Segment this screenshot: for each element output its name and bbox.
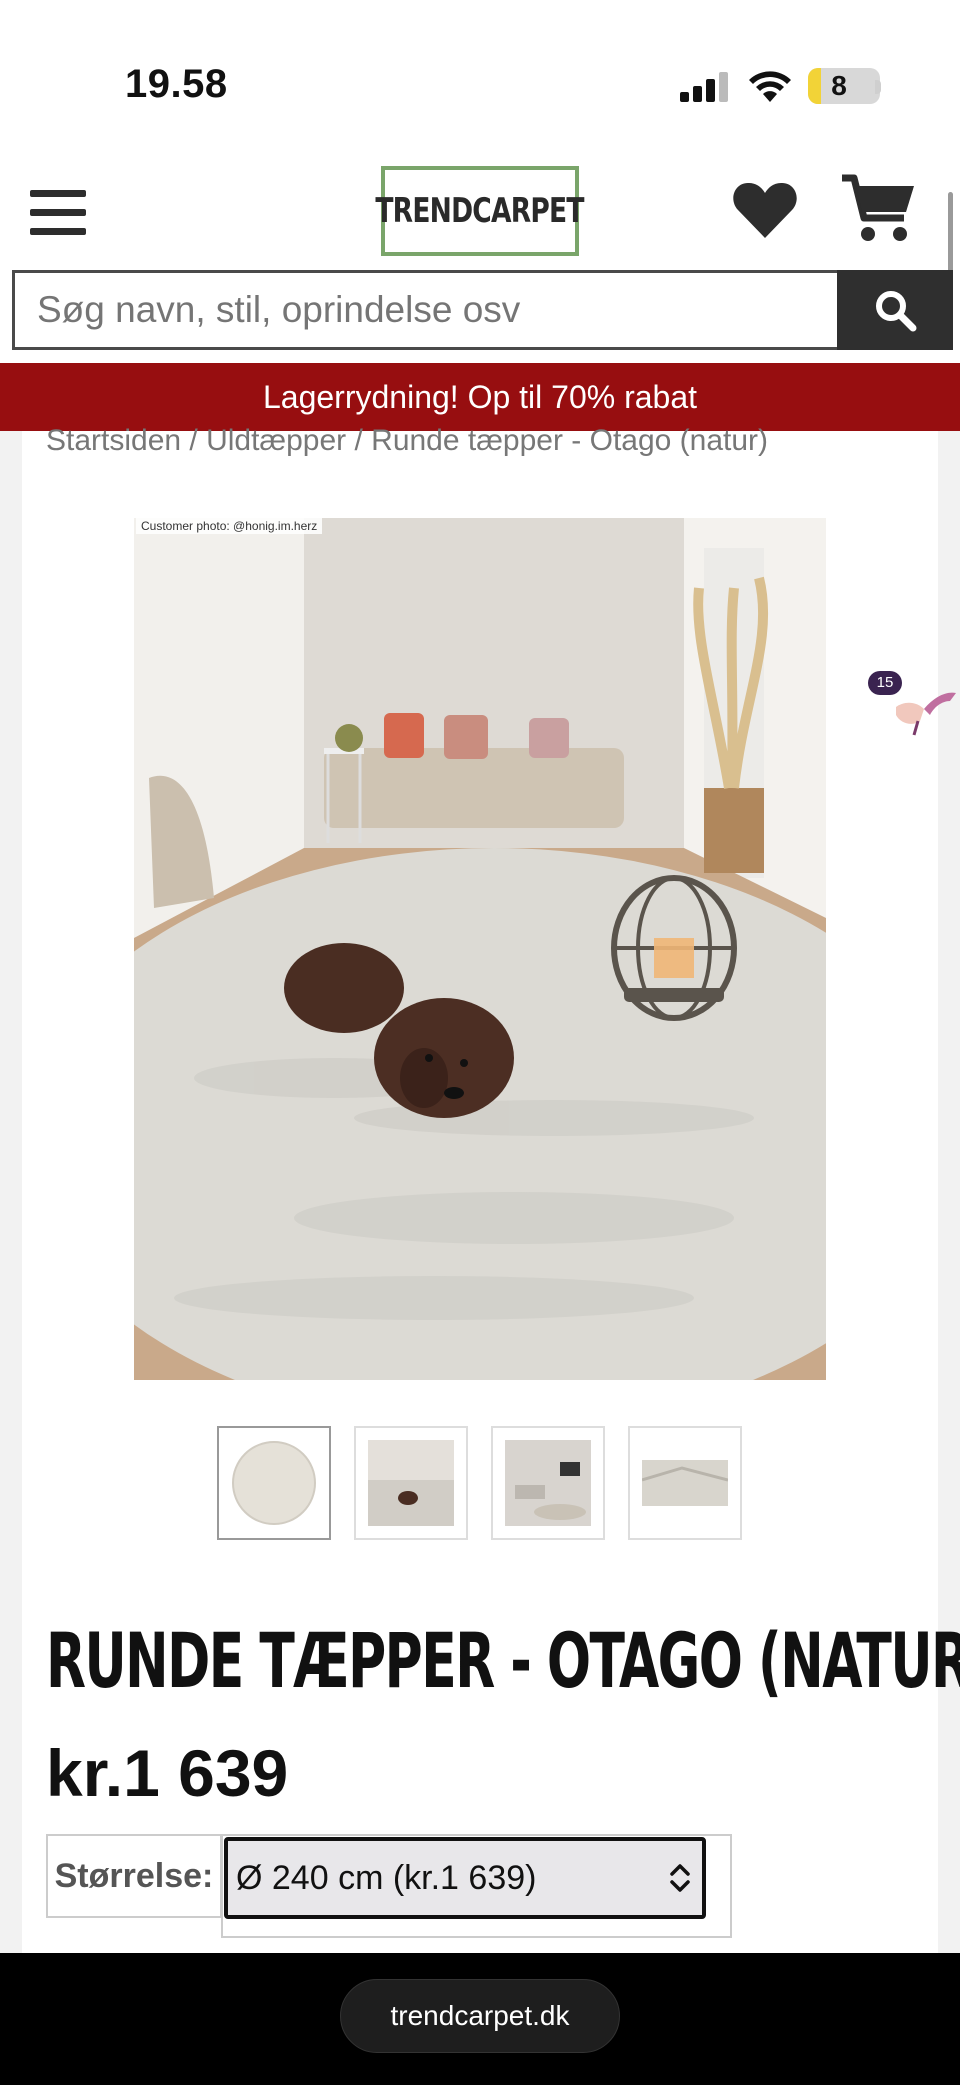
product-main-image[interactable]: Customer photo: @honig.im.herz (134, 518, 826, 1380)
scroll-indicator (948, 192, 953, 282)
thumbnail-1[interactable] (217, 1426, 331, 1540)
battery-level: 8 (831, 70, 847, 101)
size-select[interactable]: Ø 240 cm (kr.1 639) (224, 1837, 706, 1919)
menu-icon[interactable] (30, 190, 86, 236)
url-bar[interactable]: trendcarpet.dk (340, 1979, 620, 2053)
site-header: TRENDCARPET (0, 150, 960, 270)
size-label: Størrelse: (54, 1856, 214, 1895)
battery-icon: 8 (808, 68, 880, 104)
logo-text: TRENDCARPET (375, 191, 585, 231)
signal-icon (680, 72, 730, 102)
browser-bottom-bar: trendcarpet.dk (0, 1953, 960, 2085)
chevron-updown-icon (670, 1864, 690, 1892)
bird-icon (896, 692, 956, 736)
thumbnail-4[interactable] (628, 1426, 742, 1540)
cart-icon[interactable] (840, 172, 916, 248)
size-selector-row: Størrelse: Ø 240 cm (kr.1 639) (46, 1834, 732, 1938)
product-price: kr.1 639 (46, 1736, 289, 1810)
page-gutter-right (938, 431, 960, 1953)
size-label-box: Størrelse: (46, 1834, 222, 1918)
thumbnail-strip (217, 1426, 744, 1540)
thumbnail-3[interactable] (491, 1426, 605, 1540)
photo-credit: Customer photo: @honig.im.herz (136, 518, 323, 534)
thumbnail-dog-photo (368, 1440, 454, 1526)
search-input[interactable] (15, 273, 835, 347)
size-select-value: Ø 240 cm (kr.1 639) (236, 1859, 537, 1897)
search-button[interactable] (837, 270, 953, 350)
floating-chat-widget[interactable]: 15 (868, 665, 960, 745)
product-photo (134, 518, 826, 1380)
battery-cap (875, 80, 881, 94)
thumbnail-livingroom (505, 1440, 591, 1526)
product-title: RUNDE TÆPPER - OTAGO (NATUR) (46, 1616, 960, 1705)
wifi-icon (749, 71, 791, 102)
site-logo[interactable]: TRENDCARPET (376, 166, 585, 256)
heart-icon[interactable] (732, 180, 798, 240)
thumbnail-round-rug (232, 1441, 316, 1525)
status-time: 19.58 (125, 62, 228, 106)
promo-banner[interactable]: Lagerrydning! Op til 70% rabat (0, 363, 960, 431)
search-bar (12, 270, 953, 350)
status-bar: 19.58 8 (0, 0, 960, 140)
breadcrumb[interactable]: Startsiden / Uldtæpper / Runde tæpper - … (46, 424, 768, 458)
thumbnail-2[interactable] (354, 1426, 468, 1540)
thumbnail-rug-detail (642, 1460, 728, 1506)
search-icon (876, 291, 917, 332)
page-gutter-left (0, 431, 22, 1953)
